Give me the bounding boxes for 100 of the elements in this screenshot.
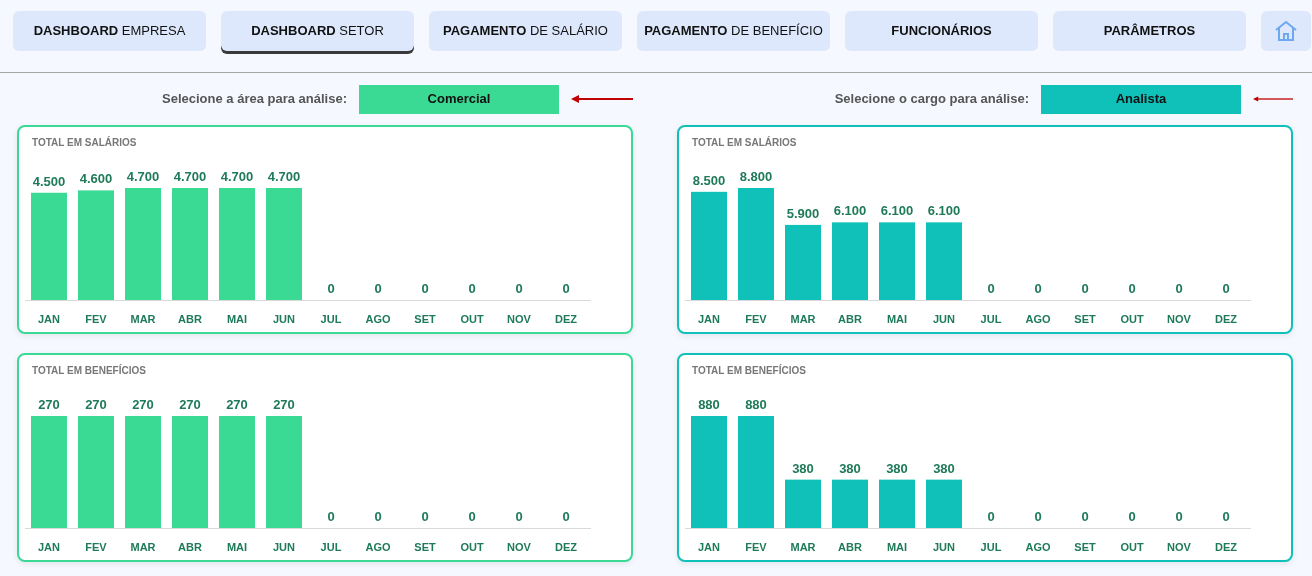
value-label: 0 — [562, 281, 570, 296]
month-label: MAI — [226, 313, 248, 325]
month-label: FEV — [745, 541, 767, 553]
month-label: OUT — [460, 313, 484, 325]
month-label: SET — [1074, 313, 1096, 325]
month-label: FEV — [85, 313, 107, 325]
value-label: 0 — [1081, 509, 1089, 524]
value-label: 0 — [1222, 509, 1230, 524]
value-label: 380 — [933, 460, 955, 476]
nav-button[interactable]: DASHBOARD EMPRESA — [13, 11, 206, 51]
month-label: MAI — [886, 541, 908, 553]
bar — [832, 479, 868, 528]
month-label: AGO — [1025, 541, 1051, 553]
month-label: SET — [414, 313, 436, 325]
value-label: 0 — [421, 509, 429, 524]
month-label: AGO — [365, 541, 391, 553]
chart-title: TOTAL EM BENEFÍCIOS — [32, 363, 146, 378]
nav-button[interactable]: FUNCIONÁRIOS — [845, 11, 1038, 51]
chart-title: TOTAL EM BENEFÍCIOS — [692, 363, 806, 378]
month-label: MAR — [790, 541, 816, 553]
month-label: JUL — [320, 313, 342, 325]
value-label: 0 — [1081, 281, 1089, 296]
month-label: MAR — [790, 313, 816, 325]
month-label: DEZ — [1215, 313, 1237, 325]
month-label: ABR — [838, 541, 862, 553]
value-label: 0 — [468, 281, 476, 296]
month-label: JUN — [933, 313, 955, 325]
arrow-icon — [571, 95, 633, 103]
value-label: 0 — [1034, 509, 1042, 524]
nav-button[interactable]: PAGAMENTO DE SALÁRIO — [429, 11, 622, 51]
month-label: OUT — [1120, 313, 1144, 325]
month-label: DEZ — [555, 541, 577, 553]
month-label: NOV — [507, 541, 531, 553]
value-label: 0 — [421, 281, 429, 296]
value-label: 880 — [745, 397, 767, 412]
month-label: JAN — [38, 313, 60, 325]
month-label: MAI — [886, 313, 908, 325]
value-label: 0 — [562, 509, 570, 524]
value-label: 5.900 — [786, 205, 820, 221]
value-label: 6.100 — [833, 203, 867, 219]
selector-field[interactable]: Analista — [1041, 84, 1241, 114]
nav-button[interactable]: PAGAMENTO DE BENEFÍCIO — [637, 11, 830, 51]
value-label: 8.800 — [739, 169, 773, 184]
value-label: 0 — [987, 281, 995, 296]
nav-button[interactable]: PARÂMETROS — [1053, 11, 1246, 51]
month-label: FEV — [85, 541, 107, 553]
month-label: AGO — [365, 313, 391, 325]
value-label: 880 — [698, 397, 720, 412]
month-label: MAR — [130, 313, 156, 325]
value-label: 4.500 — [32, 173, 66, 189]
month-label: ABR — [178, 313, 202, 325]
value-label: 4.600 — [79, 171, 113, 187]
month-label: SET — [1074, 541, 1096, 553]
bar — [879, 479, 915, 528]
nav-button[interactable]: DASHBOARD SETOR — [221, 11, 414, 51]
chart-title: TOTAL EM SALÁRIOS — [692, 135, 797, 150]
value-label: 0 — [987, 509, 995, 524]
arrow-icon — [1253, 95, 1293, 103]
value-label: 380 — [839, 460, 861, 476]
month-label: JUN — [273, 541, 295, 553]
value-label: 0 — [1222, 281, 1230, 296]
value-label: 4.700 — [220, 169, 254, 184]
value-label: 0 — [468, 509, 476, 524]
month-label: JAN — [698, 541, 720, 553]
month-label: SET — [414, 541, 436, 553]
selector-field[interactable]: Comercial — [359, 84, 559, 114]
value-label: 270 — [85, 397, 107, 412]
bar — [785, 479, 821, 528]
selector-label: Selecione a área para análise: — [162, 90, 347, 109]
value-label: 0 — [515, 281, 523, 296]
value-label: 270 — [38, 397, 60, 412]
month-label: ABR — [838, 313, 862, 325]
value-label: 0 — [1175, 281, 1183, 296]
month-label: MAI — [226, 541, 248, 553]
value-label: 0 — [374, 509, 382, 524]
value-label: 0 — [327, 281, 335, 296]
month-label: DEZ — [1215, 541, 1237, 553]
month-label: DEZ — [555, 313, 577, 325]
value-label: 0 — [1128, 509, 1136, 524]
value-label: 4.700 — [126, 169, 160, 184]
value-label: 6.100 — [927, 203, 961, 219]
value-label: 0 — [1175, 509, 1183, 524]
chart-title: TOTAL EM SALÁRIOS — [32, 135, 137, 150]
month-label: JUL — [980, 313, 1002, 325]
value-label: 270 — [179, 397, 201, 412]
value-label: 0 — [1128, 281, 1136, 296]
value-label: 380 — [792, 460, 814, 476]
month-label: MAR — [130, 541, 156, 553]
value-label: 6.100 — [880, 203, 914, 219]
value-label: 270 — [226, 397, 248, 412]
month-label: JAN — [698, 313, 720, 325]
value-label: 270 — [132, 397, 154, 412]
value-label: 0 — [327, 509, 335, 524]
month-label: ABR — [178, 541, 202, 553]
home-button[interactable] — [1261, 11, 1311, 51]
home-icon — [1274, 20, 1298, 42]
month-label: JAN — [38, 541, 60, 553]
month-label: JUN — [933, 541, 955, 553]
value-label: 0 — [374, 281, 382, 296]
month-label: JUN — [273, 313, 295, 325]
